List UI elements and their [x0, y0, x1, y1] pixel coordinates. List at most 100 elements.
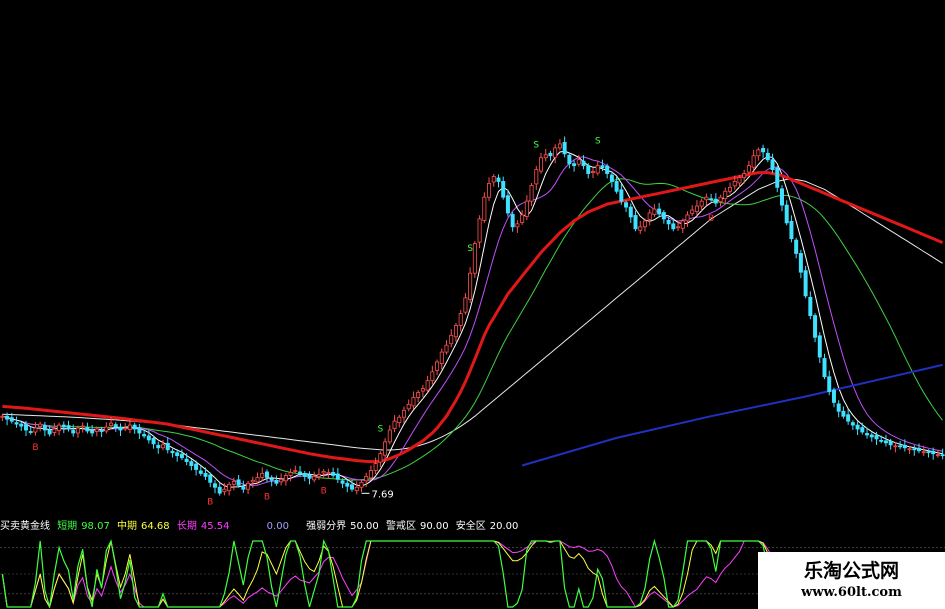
legend-mid-value: 64.68: [141, 521, 170, 532]
candle: [661, 210, 666, 224]
candle: [345, 479, 350, 493]
ma-line-gray: [2, 179, 943, 451]
candle: [118, 423, 123, 437]
candle: [813, 313, 818, 343]
candle: [279, 473, 284, 486]
candle: [539, 152, 544, 174]
candle: [520, 210, 525, 225]
candle: [794, 237, 799, 259]
candle: [411, 391, 416, 410]
candle: [137, 423, 142, 440]
candle: [529, 182, 534, 206]
legend-long-label: 长期: [176, 521, 197, 532]
signal-marker: B: [207, 497, 213, 507]
candle: [468, 267, 473, 303]
legend-extra-value: 0.00: [266, 521, 289, 532]
candle: [860, 422, 865, 435]
candle: [179, 449, 184, 461]
candle: [227, 481, 232, 496]
candle: [647, 209, 652, 226]
candle: [850, 420, 855, 430]
legend-safe-label: 安全区: [455, 521, 486, 532]
candle: [189, 459, 194, 471]
candle: [595, 160, 600, 176]
candle: [378, 451, 383, 467]
candle: [789, 215, 794, 243]
candle: [855, 421, 860, 436]
candle: [80, 422, 85, 433]
candle: [893, 442, 898, 453]
candle: [822, 353, 827, 380]
candle: [104, 422, 109, 434]
candle: [728, 182, 733, 194]
signal-marker: S: [378, 425, 384, 435]
legend-alert-value: 90.00: [419, 521, 449, 532]
watermark: 乐淘公式网 www.60lt.com: [758, 552, 945, 609]
candle: [657, 203, 662, 218]
candle: [368, 465, 373, 481]
low-annotation: 7.69: [371, 489, 393, 500]
legend-short-label: 短期: [57, 521, 78, 532]
candle: [633, 210, 638, 232]
candle: [321, 468, 326, 478]
ma-line-blue: [521, 363, 943, 467]
candle: [477, 215, 482, 249]
candle: [283, 472, 288, 486]
candle: [912, 445, 917, 456]
chart-area: B B B B S S S S B 7.69 买卖黄金线 短期 98.07 中期 64.68 长期 45…: [0, 0, 945, 609]
candle: [510, 212, 515, 232]
candle: [264, 469, 269, 483]
candle: [61, 421, 66, 434]
candle: [746, 160, 751, 175]
candle: [690, 205, 695, 216]
candle: [652, 204, 657, 217]
legend-title: 买卖黄金线: [0, 521, 50, 532]
candle: [482, 192, 487, 223]
candle: [775, 165, 780, 193]
candle: [898, 440, 903, 450]
candle: [543, 148, 548, 162]
candle: [798, 249, 803, 279]
candle: [42, 421, 47, 437]
candle: [236, 475, 241, 488]
legend-mid-label: 中期: [117, 521, 138, 532]
candle: [770, 153, 775, 174]
candle: [260, 467, 265, 482]
candle: [609, 171, 614, 188]
candle: [751, 149, 756, 171]
candle: [99, 426, 104, 438]
legend-alert-label: 警戒区: [385, 521, 416, 532]
candle: [590, 167, 595, 179]
candle: [274, 475, 279, 486]
candle: [354, 481, 359, 495]
signal-marker: S: [467, 244, 473, 254]
candle: [557, 139, 562, 151]
candle: [671, 219, 676, 232]
candle: [718, 194, 723, 207]
candle: [628, 203, 633, 223]
watermark-title: 乐淘公式网: [803, 560, 899, 582]
candle: [420, 384, 425, 398]
candle: [765, 148, 770, 163]
candle: [217, 482, 222, 496]
candle: [694, 200, 699, 216]
candle: [548, 150, 553, 161]
candle: [784, 200, 789, 226]
legend-threshold-label: 强弱分界: [306, 521, 347, 532]
candle: [85, 422, 90, 434]
candle: [803, 265, 808, 299]
signal-marker: S: [595, 137, 601, 147]
candle: [14, 416, 19, 428]
candle: [113, 422, 118, 432]
candle: [165, 437, 170, 454]
candle: [288, 468, 293, 482]
candle: [817, 332, 822, 364]
candle: [756, 147, 761, 161]
candle: [496, 174, 501, 188]
candle: [19, 421, 24, 431]
candle: [713, 193, 718, 207]
candle: [397, 414, 402, 428]
candle: [846, 408, 851, 425]
candle: [383, 438, 388, 462]
candle: [472, 241, 477, 279]
